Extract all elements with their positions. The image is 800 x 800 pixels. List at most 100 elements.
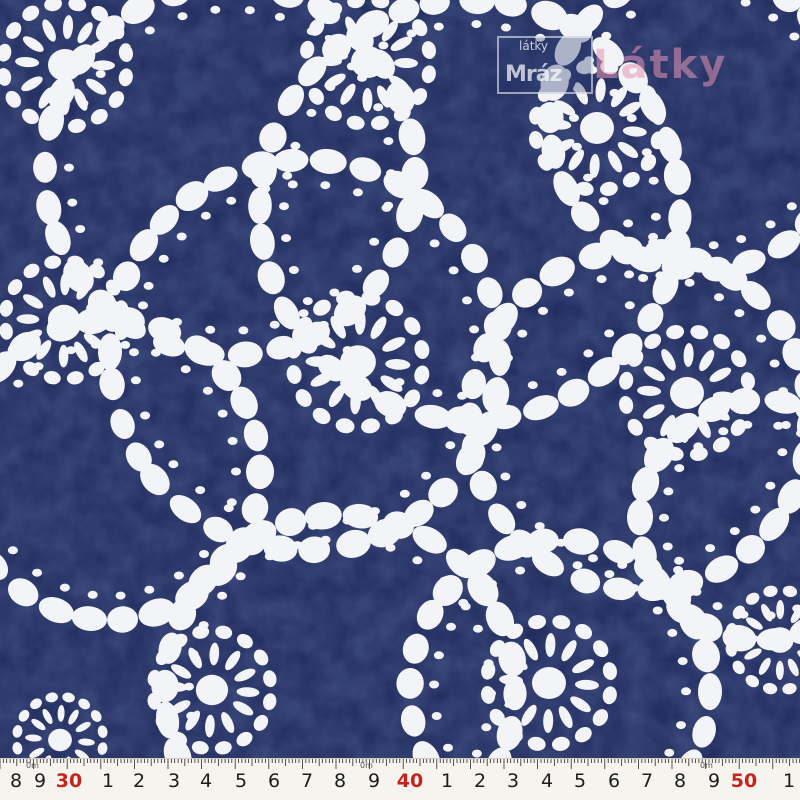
logo-main-text: Mráz [505,62,562,87]
motif-dot [491,443,502,452]
ruler-label: 2 [132,770,146,792]
motif-dot [556,367,567,376]
motif-dot [604,329,615,338]
ruler-label: 1 [101,770,115,792]
motif-dot [217,591,228,600]
motif-dot [320,535,331,544]
motif-dot [429,680,440,689]
motif-dot [750,505,761,514]
motif-dot [448,266,459,275]
motif-dot [674,464,685,473]
motif-dot [473,624,483,633]
motif-dot [712,602,723,611]
ruler-label: 7 [300,770,314,792]
motif-dot [569,113,579,122]
motif-dot [433,651,444,660]
motif-dot [471,20,482,29]
motif-dot [194,742,205,751]
motif-dot [563,288,574,297]
motif-dot [231,467,241,476]
motif-dot [198,621,209,630]
motif-dot [75,225,86,233]
motif-dot [325,83,336,92]
motif-dot [381,203,392,212]
motif-dot [66,346,76,355]
motif-dot [650,212,661,221]
motif-dot [670,377,704,409]
motif-dot [364,362,375,371]
motif-dot [33,362,44,371]
motif-dot [69,124,80,133]
motif-dot [486,689,496,698]
logo-web-text: Látky [593,42,728,88]
motif-dot [342,346,353,355]
motif-dot [78,99,89,108]
motif-dot [663,487,674,496]
motif-dot [538,306,548,315]
motif-dot [93,258,104,267]
motif-dot [244,6,255,15]
motif-dot [352,188,363,197]
motif-dot [471,749,482,758]
motif-dot [756,334,767,343]
motif-dot [489,415,499,424]
motif-dot [168,460,179,469]
ruler-label: 9 [707,770,721,792]
motif-dot [144,26,155,35]
motif-dot [684,278,695,287]
motif-dot [329,288,340,297]
motif-dot [681,687,691,696]
motif-dot [199,550,209,558]
motif-dot [150,348,161,357]
ruler-label: 50 [730,770,758,792]
motif-dot [357,73,367,82]
motif-dot [604,570,615,579]
motif-dot [13,379,24,388]
motif-dot [773,421,784,430]
motif-dot [214,529,224,538]
ruler-label: 5 [234,770,248,792]
motif-dot [777,448,788,457]
motif-dot [515,566,526,575]
motif-dot [227,437,238,445]
motif-dot [667,628,678,637]
motif-dot [412,556,423,565]
ruler-label: 6 [267,770,281,792]
motif-dot [269,320,280,329]
ruler-label: 1 [440,770,454,792]
motif-dot [648,232,659,241]
logo-top-text: látky [519,39,549,53]
motif-dot [338,51,349,60]
ruler-label: 6 [607,770,621,792]
motif-dot [64,163,74,172]
motif-dot [431,712,442,720]
motif-dot [306,27,317,36]
motif-dot [288,266,299,274]
motif-dot [483,659,494,668]
motif-dot [625,10,636,19]
ruler-unit-mark: 0m [26,761,39,770]
watermark-logo: látky Mráz Látky [497,36,800,94]
motif-dot [734,309,745,318]
motif-dot [583,349,594,358]
ruler-label: 8 [333,770,347,792]
motif-dot [394,378,405,387]
motif-dot [516,501,527,509]
motif-dot [769,359,780,368]
motif-dot [48,728,72,752]
motif-dot [378,41,389,50]
motif-dot [445,441,456,450]
motif-dot [195,486,206,495]
motif-dot [352,264,362,273]
motif-dot [598,197,609,206]
motif-dot [623,219,634,228]
logo-box: látky Mráz [497,36,593,94]
motif-dot [676,721,686,730]
motif-dot [369,237,380,246]
motif-dot [736,235,747,244]
motif-dot [677,657,688,666]
motif-dot [708,241,719,250]
motif-dot [676,240,687,249]
motif-dot [501,23,511,32]
motif-dot [292,541,303,550]
